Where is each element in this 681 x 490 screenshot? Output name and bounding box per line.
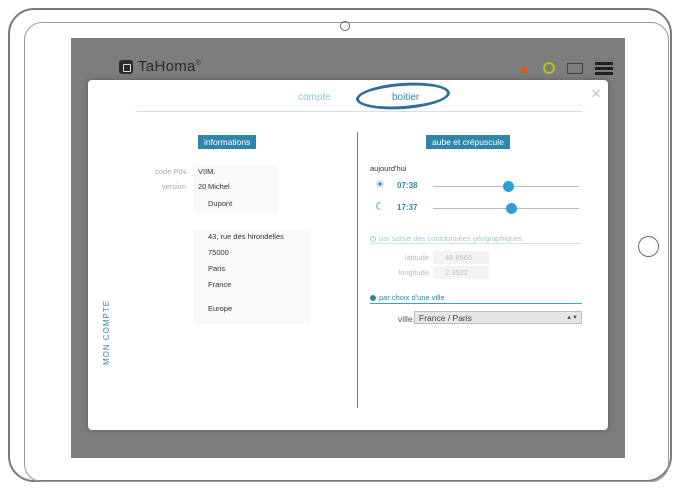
longitude-field[interactable]: 2.3522 bbox=[433, 266, 489, 279]
trademark-mark: ® bbox=[195, 60, 202, 67]
code-pin-value: VIIM. bbox=[198, 167, 216, 176]
tab-divider bbox=[136, 111, 582, 112]
city-underline bbox=[370, 303, 582, 304]
latitude-field[interactable]: 48.8566 bbox=[433, 251, 489, 264]
city-select[interactable]: France / Paris ▲▼ bbox=[414, 311, 582, 324]
city-select-value: France / Paris bbox=[419, 313, 472, 323]
app-name-text: TaHoma bbox=[138, 58, 196, 75]
version-value: 20 bbox=[198, 182, 207, 191]
option-city[interactable]: par choix d'une ville bbox=[370, 293, 445, 302]
informations-heading: informations bbox=[198, 135, 257, 149]
warning-icon[interactable]: ▲ bbox=[517, 61, 531, 75]
sunrise-slider[interactable] bbox=[433, 181, 579, 192]
app-header: TaHoma® ▲ bbox=[71, 38, 625, 82]
user-icon[interactable] bbox=[543, 62, 555, 74]
last-name-value: Dupont bbox=[208, 199, 233, 208]
tab-boitier[interactable]: boitier bbox=[392, 92, 419, 103]
address-country-value: France bbox=[208, 280, 232, 289]
mail-icon[interactable] bbox=[567, 62, 583, 74]
city-radio[interactable] bbox=[370, 295, 376, 302]
option-coordinates[interactable]: par saisie des coordonnées géographiques bbox=[370, 234, 522, 243]
moon-icon: ☾ bbox=[375, 201, 385, 213]
code-pin-label: code PIN bbox=[155, 167, 186, 176]
city-option-label: par choix d'une ville bbox=[379, 293, 445, 302]
tahoma-logo-icon bbox=[119, 59, 133, 74]
address-city-value: Paris bbox=[208, 264, 226, 273]
city-label: ville bbox=[398, 314, 413, 324]
coordinates-option-label: par saisie des coordonnées géographiques bbox=[379, 234, 523, 243]
select-arrows-icon: ▲▼ bbox=[566, 315, 578, 321]
menu-icon[interactable] bbox=[595, 61, 613, 75]
region-value: Europe bbox=[208, 304, 233, 313]
sunset-time: 17:37 bbox=[397, 203, 418, 212]
header-icons: ▲ bbox=[505, 61, 613, 75]
coordinates-underline bbox=[370, 243, 582, 244]
latitude-label: latitude bbox=[404, 253, 429, 262]
first-name-value: Michel bbox=[208, 182, 230, 191]
sunset-row: ☾ 17:37 bbox=[375, 202, 583, 216]
sunrise-slider-handle[interactable] bbox=[503, 181, 515, 192]
tab-compte[interactable]: compte bbox=[298, 92, 331, 103]
sunset-slider-handle[interactable] bbox=[506, 203, 518, 214]
account-modal: × compte boitier MON COMPTE informations… bbox=[88, 79, 608, 430]
sun-heading: aube et crépuscule bbox=[426, 135, 510, 149]
address-street-value: 43, rue des hirondelles bbox=[208, 232, 284, 241]
side-title: MON COMPTE bbox=[102, 299, 111, 365]
app-name: TaHoma® bbox=[138, 58, 201, 75]
longitude-label: longitude bbox=[398, 268, 429, 277]
column-divider bbox=[357, 132, 358, 408]
sunrise-time: 07:38 bbox=[397, 181, 418, 190]
sunrise-row: ☀ 07:38 bbox=[375, 180, 583, 194]
home-button[interactable] bbox=[638, 236, 659, 257]
today-label: aujourd'hui bbox=[370, 164, 407, 173]
app-logo[interactable]: TaHoma® bbox=[119, 58, 201, 75]
version-label: version bbox=[161, 182, 186, 191]
camera-icon bbox=[340, 21, 350, 31]
sunrise-icon: ☀ bbox=[375, 179, 385, 191]
close-icon[interactable]: × bbox=[591, 84, 601, 104]
address-zip-value: 75000 bbox=[208, 248, 229, 257]
sunset-slider[interactable] bbox=[433, 203, 579, 214]
coordinates-radio[interactable] bbox=[370, 236, 376, 243]
